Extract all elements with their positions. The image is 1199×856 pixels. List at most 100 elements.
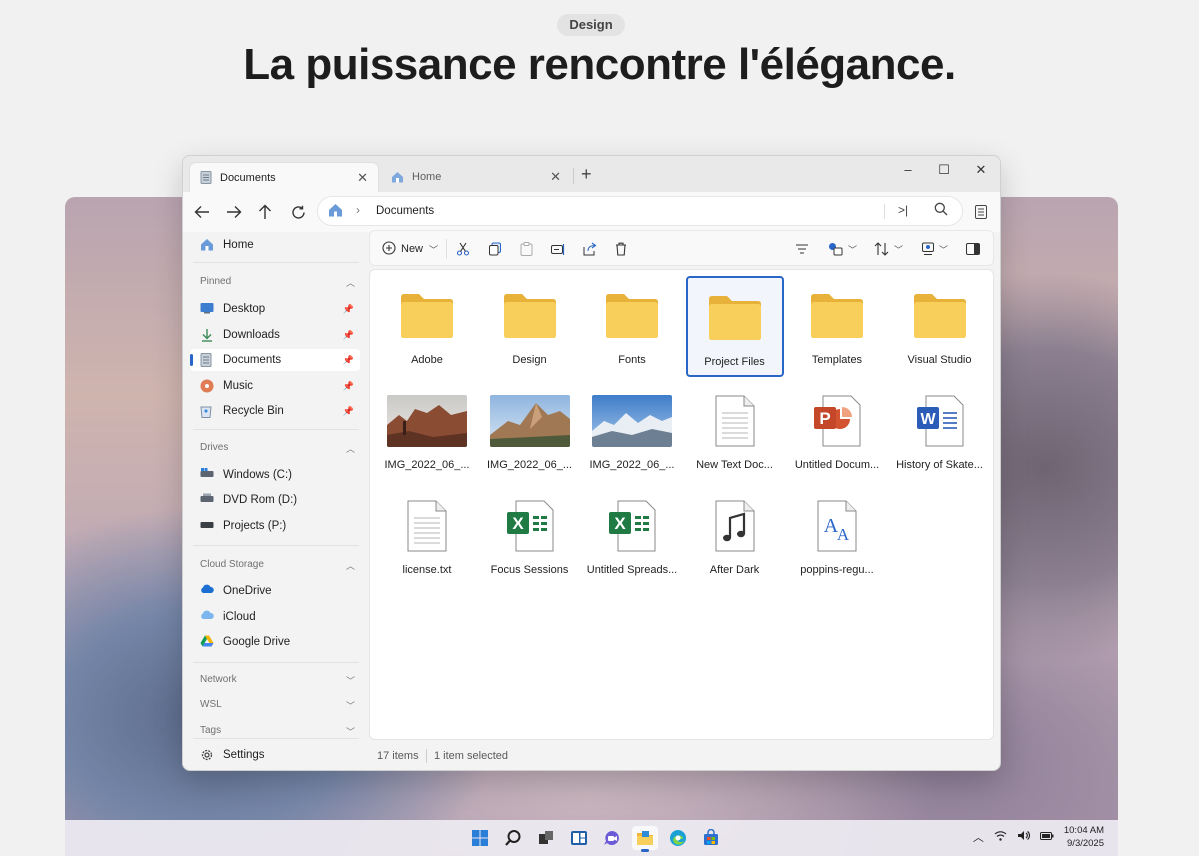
section-header-network[interactable]: Network ﹀ [200, 674, 360, 687]
sidebar-item-label: DVD Rom (D:) [223, 494, 298, 506]
sidebar-item-music[interactable]: Music 📌 [190, 375, 360, 397]
taskbar-clock[interactable]: 10:04 AM 9/3/2025 [1064, 824, 1104, 850]
store-icon[interactable] [698, 826, 724, 850]
file-item[interactable]: Visual Studio [891, 276, 989, 377]
group-icon[interactable]: ﹀ [828, 240, 857, 258]
svg-text:X: X [512, 514, 524, 533]
edge-icon[interactable] [665, 826, 691, 850]
tab-documents[interactable]: Documents ✕ [189, 162, 379, 192]
drive-icon [200, 468, 214, 482]
new-tab-button[interactable]: + [581, 164, 592, 185]
address-bar[interactable]: › Documents >| [317, 196, 963, 226]
preview-pane-icon[interactable] [966, 240, 980, 258]
sidebar-item-recycle-bin[interactable]: Recycle Bin 📌 [190, 400, 360, 422]
breadcrumb-documents[interactable]: Documents [376, 205, 434, 217]
wifi-icon[interactable] [994, 830, 1007, 844]
close-tab-icon[interactable]: ✕ [550, 169, 561, 185]
section-header-pinned[interactable]: Pinned ︿ [200, 276, 360, 289]
pin-icon[interactable]: 📌 [343, 304, 354, 315]
file-item[interactable]: IMG_2022_06_... [481, 381, 579, 482]
search-icon[interactable] [934, 202, 948, 221]
chevron-down-icon[interactable]: ﹀ [346, 725, 355, 738]
sidebar-item-dvd-rom-d[interactable]: DVD Rom (D:) [190, 489, 360, 511]
sidebar-divider [193, 662, 359, 663]
file-item[interactable]: Templates [788, 276, 886, 377]
minimize-button[interactable]: – [896, 162, 920, 177]
back-arrow-icon[interactable] [190, 200, 214, 224]
chevron-up-icon[interactable]: ︿ [973, 829, 984, 845]
cut-icon[interactable] [456, 240, 470, 258]
file-item[interactable]: Project Files [685, 276, 784, 377]
details-pane-icon[interactable] [969, 200, 993, 224]
icloud-icon [200, 610, 214, 624]
file-item[interactable]: After Dark [686, 486, 784, 587]
section-header-wsl[interactable]: WSL ﹀ [200, 699, 360, 712]
pin-icon[interactable]: 📌 [343, 406, 354, 417]
section-header-cloud-storage[interactable]: Cloud Storage ︿ [200, 559, 360, 572]
rename-icon[interactable] [551, 240, 566, 258]
file-item[interactable]: P Untitled Docum... [788, 381, 886, 482]
home-icon[interactable] [328, 203, 343, 222]
share-icon[interactable] [583, 240, 597, 258]
file-item[interactable]: license.txt [378, 486, 476, 587]
pin-icon[interactable]: 📌 [343, 381, 354, 392]
sidebar-item-projects-p[interactable]: Projects (P:) [190, 515, 360, 537]
expand-path-icon[interactable]: >| [898, 203, 908, 217]
sidebar-item-windows-c[interactable]: Windows (C:) [190, 464, 360, 486]
file-explorer-icon[interactable] [632, 826, 658, 852]
battery-icon[interactable] [1039, 831, 1054, 843]
new-button[interactable]: New ﹀ [382, 240, 438, 258]
paste-icon[interactable] [520, 240, 533, 258]
up-arrow-icon[interactable] [253, 200, 277, 224]
delete-icon[interactable] [615, 240, 627, 258]
file-item[interactable]: IMG_2022_06_... [378, 381, 476, 482]
file-item[interactable]: Adobe [378, 276, 476, 377]
chevron-down-icon[interactable]: ﹀ [346, 674, 355, 687]
chevron-up-icon[interactable]: ︿ [346, 442, 355, 455]
chat-icon[interactable] [599, 826, 625, 850]
sidebar-item-downloads[interactable]: Downloads 📌 [190, 324, 360, 346]
filter-icon[interactable] [795, 240, 809, 258]
file-item[interactable]: New Text Doc... [686, 381, 784, 482]
settings-button[interactable]: Settings [190, 744, 360, 766]
pin-icon[interactable]: 📌 [343, 355, 354, 366]
search-icon[interactable] [500, 826, 526, 850]
sidebar-item-icloud[interactable]: iCloud [190, 606, 360, 628]
task-view-icon[interactable] [533, 826, 559, 850]
file-item[interactable]: X Focus Sessions [481, 486, 579, 587]
file-item[interactable]: IMG_2022_06_... [583, 381, 681, 482]
refresh-icon[interactable] [286, 200, 310, 224]
sidebar-item-home[interactable]: Home [190, 234, 360, 256]
chevron-up-icon[interactable]: ︿ [346, 559, 355, 572]
file-item[interactable]: X Untitled Spreads... [583, 486, 681, 587]
widgets-icon[interactable] [566, 826, 592, 850]
maximize-button[interactable]: ☐ [932, 162, 956, 178]
chevron-up-icon[interactable]: ︿ [346, 276, 355, 289]
sidebar-item-desktop[interactable]: Desktop 📌 [190, 298, 360, 320]
file-item[interactable]: Fonts [583, 276, 681, 377]
file-item[interactable]: W History of Skate... [891, 381, 989, 482]
close-window-button[interactable]: ✕ [969, 162, 993, 178]
sort-icon[interactable]: ﹀ [874, 240, 903, 258]
close-tab-icon[interactable]: ✕ [357, 170, 368, 186]
copy-icon[interactable] [488, 240, 502, 258]
section-header-tags[interactable]: Tags ﹀ [200, 725, 360, 738]
navigation-sidebar: Home Pinned ︿ Desktop 📌 Downloads 📌 Docum… [183, 232, 369, 770]
pin-icon[interactable]: 📌 [343, 330, 354, 341]
windows-start-icon[interactable] [467, 826, 493, 850]
sidebar-item-documents[interactable]: Documents 📌 [190, 349, 360, 371]
sidebar-item-onedrive[interactable]: OneDrive [190, 580, 360, 602]
chevron-down-icon[interactable]: ﹀ [346, 699, 355, 712]
section-header-drives[interactable]: Drives ︿ [200, 442, 360, 455]
volume-icon[interactable] [1017, 830, 1030, 844]
svg-text:W: W [920, 411, 936, 428]
file-item[interactable]: Design [481, 276, 579, 377]
file-name: New Text Doc... [696, 459, 773, 471]
tab-home[interactable]: Home ✕ [381, 162, 571, 192]
forward-arrow-icon[interactable] [222, 200, 246, 224]
sidebar-item-google-drive[interactable]: Google Drive [190, 631, 360, 653]
file-name: Visual Studio [907, 354, 972, 366]
file-item[interactable]: A A poppins-regu... [788, 486, 886, 587]
view-layout-icon[interactable]: ﹀ [921, 240, 948, 258]
tab-divider [573, 168, 574, 184]
